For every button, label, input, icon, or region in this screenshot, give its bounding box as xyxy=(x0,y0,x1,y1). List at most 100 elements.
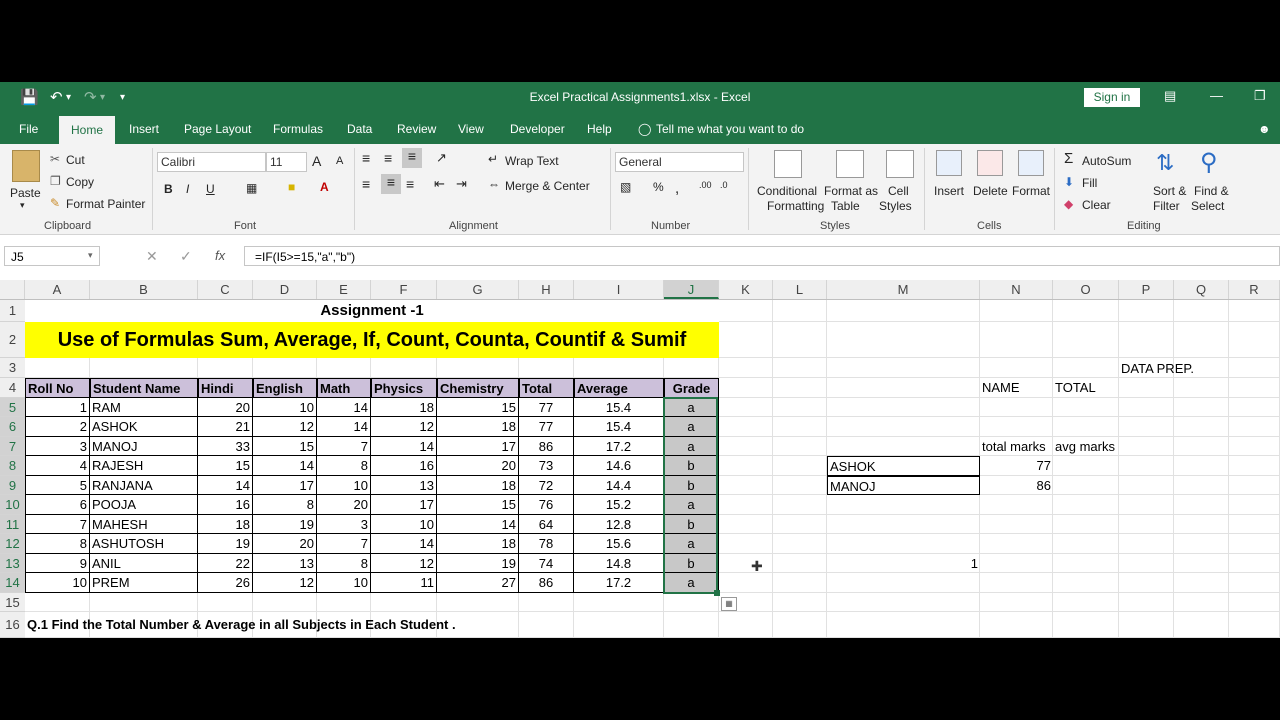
cell-d10[interactable]: 8 xyxy=(253,495,317,515)
row-header-6[interactable]: 6 xyxy=(0,417,25,437)
header-student-name[interactable]: Student Name xyxy=(90,378,198,398)
cell-d6[interactable]: 12 xyxy=(253,417,317,437)
cell-c9[interactable]: 14 xyxy=(198,476,253,495)
cell-b13[interactable]: ANIL xyxy=(90,554,198,573)
cell-e11[interactable]: 3 xyxy=(317,515,371,534)
cell-g10[interactable]: 15 xyxy=(437,495,519,515)
cell-d8[interactable]: 14 xyxy=(253,456,317,476)
cell-e12[interactable]: 7 xyxy=(317,534,371,554)
cell-h8[interactable]: 73 xyxy=(519,456,574,476)
question-cell[interactable]: Q.1 Find the Total Number & Average in a… xyxy=(25,612,719,638)
cell-i10[interactable]: 15.2 xyxy=(574,495,664,515)
cell-c8[interactable]: 15 xyxy=(198,456,253,476)
cell-e7[interactable]: 7 xyxy=(317,437,371,456)
row-header-12[interactable]: 12 xyxy=(0,534,25,554)
cell-c7[interactable]: 33 xyxy=(198,437,253,456)
cell-f5[interactable]: 18 xyxy=(371,398,437,417)
lookup-value-2[interactable]: 86 xyxy=(980,476,1053,495)
cell-c14[interactable]: 26 xyxy=(198,573,253,593)
cell-e14[interactable]: 10 xyxy=(317,573,371,593)
header-hindi[interactable]: Hindi xyxy=(198,378,253,398)
cell-g8[interactable]: 20 xyxy=(437,456,519,476)
sheet-title[interactable]: Assignment -1 xyxy=(25,300,719,322)
row-header-15[interactable]: 15 xyxy=(0,593,25,612)
cell-b12[interactable]: ASHUTOSH xyxy=(90,534,198,554)
cell-h12[interactable]: 78 xyxy=(519,534,574,554)
cell-d7[interactable]: 15 xyxy=(253,437,317,456)
cell-g5[interactable]: 15 xyxy=(437,398,519,417)
cell-a14[interactable]: 10 xyxy=(25,573,90,593)
cell-a7[interactable]: 3 xyxy=(25,437,90,456)
cell-e9[interactable]: 10 xyxy=(317,476,371,495)
row-header-8[interactable]: 8 xyxy=(0,456,25,476)
row-header-11[interactable]: 11 xyxy=(0,515,25,534)
cell-f10[interactable]: 17 xyxy=(371,495,437,515)
header-roll-no[interactable]: Roll No xyxy=(25,378,90,398)
cell-i11[interactable]: 12.8 xyxy=(574,515,664,534)
header-chemistry[interactable]: Chemistry xyxy=(437,378,519,398)
cell-h14[interactable]: 86 xyxy=(519,573,574,593)
banner-cell[interactable]: Use of Formulas Sum, Average, If, Count,… xyxy=(25,322,719,358)
row-header-16[interactable]: 16 xyxy=(0,612,25,638)
cell-g7[interactable]: 17 xyxy=(437,437,519,456)
cell-a13[interactable]: 9 xyxy=(25,554,90,573)
cell-b10[interactable]: POOJA xyxy=(90,495,198,515)
cell-h11[interactable]: 64 xyxy=(519,515,574,534)
cell-i12[interactable]: 15.6 xyxy=(574,534,664,554)
cell-d11[interactable]: 19 xyxy=(253,515,317,534)
cell-h10[interactable]: 76 xyxy=(519,495,574,515)
cell-d5[interactable]: 10 xyxy=(253,398,317,417)
row-header-1[interactable]: 1 xyxy=(0,300,25,322)
cell-a5[interactable]: 1 xyxy=(25,398,90,417)
header-math[interactable]: Math xyxy=(317,378,371,398)
header-total[interactable]: Total xyxy=(519,378,574,398)
cell-h13[interactable]: 74 xyxy=(519,554,574,573)
cell-c10[interactable]: 16 xyxy=(198,495,253,515)
cell-e6[interactable]: 14 xyxy=(317,417,371,437)
cell-f6[interactable]: 12 xyxy=(371,417,437,437)
cell-e8[interactable]: 8 xyxy=(317,456,371,476)
cell-i9[interactable]: 14.4 xyxy=(574,476,664,495)
fill-handle[interactable] xyxy=(714,590,720,596)
cell-g12[interactable]: 18 xyxy=(437,534,519,554)
cell-d14[interactable]: 12 xyxy=(253,573,317,593)
row-header-9[interactable]: 9 xyxy=(0,476,25,495)
header-grade[interactable]: Grade xyxy=(664,378,719,398)
cell-f9[interactable]: 13 xyxy=(371,476,437,495)
row-header-2[interactable]: 2 xyxy=(0,322,25,358)
cell-i8[interactable]: 14.6 xyxy=(574,456,664,476)
avg-marks-cell[interactable]: avg marks xyxy=(1053,437,1119,456)
cell-b6[interactable]: ASHOK xyxy=(90,417,198,437)
cell-f13[interactable]: 12 xyxy=(371,554,437,573)
row-header-13[interactable]: 13 xyxy=(0,554,25,573)
cell-a8[interactable]: 4 xyxy=(25,456,90,476)
cell-i14[interactable]: 17.2 xyxy=(574,573,664,593)
cell-g6[interactable]: 18 xyxy=(437,417,519,437)
row-header-7[interactable]: 7 xyxy=(0,437,25,456)
cell-i6[interactable]: 15.4 xyxy=(574,417,664,437)
row-header-3[interactable]: 3 xyxy=(0,358,25,378)
cell-f12[interactable]: 14 xyxy=(371,534,437,554)
data-prep-cell[interactable]: DATA PREP. xyxy=(1119,359,1229,378)
total-label-cell[interactable]: TOTAL xyxy=(1053,378,1119,398)
cell-g9[interactable]: 18 xyxy=(437,476,519,495)
cell-h9[interactable]: 72 xyxy=(519,476,574,495)
header-english[interactable]: English xyxy=(253,378,317,398)
lookup-name-2[interactable]: MANOJ xyxy=(827,476,980,495)
cell-c11[interactable]: 18 xyxy=(198,515,253,534)
lookup-value-1[interactable]: 77 xyxy=(980,456,1053,476)
cell-b7[interactable]: MANOJ xyxy=(90,437,198,456)
row-header-14[interactable]: 14 xyxy=(0,573,25,593)
header-average[interactable]: Average xyxy=(574,378,664,398)
header-physics[interactable]: Physics xyxy=(371,378,437,398)
cell-i5[interactable]: 15.4 xyxy=(574,398,664,417)
row-header-5[interactable]: 5 xyxy=(0,398,25,417)
row-header-4[interactable]: 4 xyxy=(0,378,25,398)
cell-i13[interactable]: 14.8 xyxy=(574,554,664,573)
cell-a10[interactable]: 6 xyxy=(25,495,90,515)
cell-a6[interactable]: 2 xyxy=(25,417,90,437)
cell-b14[interactable]: PREM xyxy=(90,573,198,593)
cell-e13[interactable]: 8 xyxy=(317,554,371,573)
cell-c13[interactable]: 22 xyxy=(198,554,253,573)
cell-a11[interactable]: 7 xyxy=(25,515,90,534)
